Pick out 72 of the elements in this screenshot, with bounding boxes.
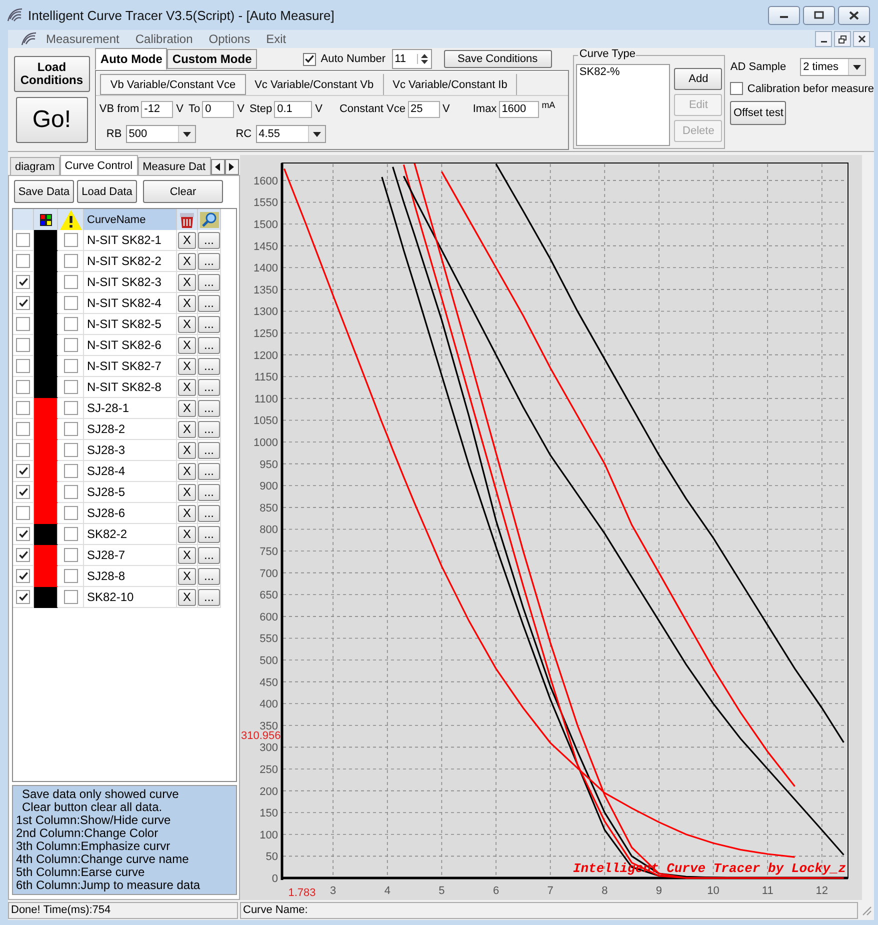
help-line: 4th Column:Change curve name [16, 853, 190, 866]
x-tick-label: 6 [492, 885, 500, 898]
x-tick-label: 7 [547, 885, 554, 898]
y-tick-label: 500 [260, 655, 278, 668]
help-line: 3th Column:Emphasize curvr [16, 840, 172, 854]
dropdown-label: RC [236, 128, 252, 140]
y-tick-label: 800 [260, 524, 278, 536]
y-tick-label: 700 [260, 568, 278, 580]
y-tick-label: 200 [260, 786, 278, 798]
help-line: 1st Column:Show/Hide curve [16, 814, 172, 828]
ad-sample-label: AD Sample [730, 61, 786, 73]
y-tick-label: 400 [260, 698, 278, 711]
help-line: Clear button clear all data. [21, 801, 164, 814]
help-line: 6th Column:Jump to measure data [16, 879, 202, 892]
unit-label: mA [542, 100, 556, 110]
y-tick-label: 1550 [254, 197, 278, 210]
y-tick-label: 850 [260, 502, 278, 515]
unit-label: V [315, 103, 322, 115]
x-tick-label: 11 [762, 885, 774, 898]
x-tick-label: 5 [438, 885, 445, 898]
y-tick-label: 600 [260, 612, 278, 624]
unit-label: V [176, 103, 184, 115]
y-tick-label: 900 [260, 480, 278, 493]
group-title: Curve Type [578, 48, 636, 60]
y-tick-label: 1450 [254, 241, 278, 253]
y-tick-label: 100 [260, 830, 278, 842]
window-title: Intelligent Curve Tracer V3.5(Script) - [Auto Measure] [28, 8, 334, 22]
y-tick-label: 0 [272, 873, 278, 886]
y-tick-label: 1300 [254, 306, 278, 318]
x-tick-label: 12 [816, 885, 828, 898]
status-message: Done! Time(ms):754 [8, 902, 238, 919]
auto-number-label: Auto Number [320, 53, 386, 65]
curve-name-status: Curve Name: [240, 902, 858, 919]
y-tick-label: 450 [260, 676, 278, 689]
calibration-label: Calibration befor measure [747, 82, 874, 94]
y-tick-label: 1250 [254, 328, 278, 340]
x-tick-label: 8 [602, 885, 608, 898]
field-label: To [188, 103, 200, 115]
y-tick-label: 250 [260, 764, 278, 776]
x-tick-label: 10 [707, 885, 720, 898]
y-tick-label: 50 [266, 851, 278, 864]
y-tick-label: 1500 [254, 219, 278, 232]
y-tick-label: 150 [260, 808, 278, 820]
y-tick-label: 1600 [254, 176, 278, 188]
y-tick-label: 1000 [254, 437, 278, 450]
y-tick-label: 1050 [254, 415, 278, 428]
y-tick-label: 650 [260, 590, 278, 602]
x-tick-label: 3 [330, 885, 336, 898]
column-header: CurveName [84, 209, 177, 230]
x-tick-label: 4 [384, 885, 390, 898]
field-label: VB from [99, 103, 140, 115]
y-tick-label: 950 [260, 458, 278, 471]
dropdown-label: RB [106, 128, 122, 140]
help-line: Save data only showed curve [21, 788, 180, 802]
y-tick-label: 1350 [254, 284, 278, 297]
y-tick-label: 1400 [254, 262, 278, 275]
field-label: Constant Vce [339, 103, 406, 115]
cursor-x-value: 1.783 [288, 887, 316, 900]
y-tick-label: 1150 [254, 372, 278, 384]
x-tick-label: 9 [656, 885, 662, 898]
help-line: 5th Column:Earse curve [16, 866, 146, 880]
y-tick-label: 750 [260, 546, 278, 558]
cursor-y-value: 310.956 [241, 730, 281, 742]
unit-label: V [237, 103, 244, 115]
y-tick-label: 1200 [254, 350, 278, 362]
unit-label: V [442, 103, 450, 115]
field-label: Step [249, 103, 272, 115]
y-tick-label: 300 [260, 742, 278, 754]
y-tick-label: 1100 [254, 394, 278, 406]
y-tick-label: 550 [260, 633, 278, 646]
field-label: Imax [472, 103, 497, 115]
help-line: 2nd Column:Change Color [16, 827, 160, 840]
